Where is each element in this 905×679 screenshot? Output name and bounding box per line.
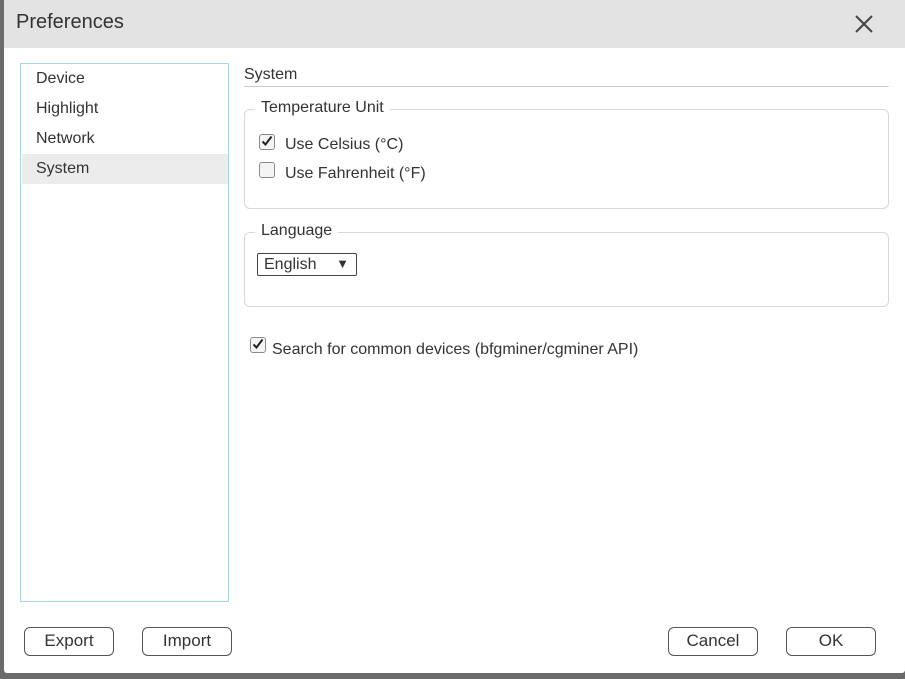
temperature-unit-legend: Temperature Unit [255, 97, 390, 119]
fahrenheit-checkbox[interactable] [259, 162, 275, 178]
language-selected-value: English [264, 256, 317, 273]
search-devices-label: Search for common devices (bfgminer/cgmi… [272, 341, 639, 358]
sidebar-item-label: Network [36, 130, 95, 147]
dialog-title: Preferences [16, 11, 124, 33]
search-devices-option[interactable]: Search for common devices (bfgminer/cgmi… [250, 337, 670, 358]
import-button[interactable]: Import [142, 627, 232, 656]
language-select[interactable]: English ▼ [257, 253, 357, 276]
checkmark-icon [252, 338, 264, 350]
section-divider [244, 86, 889, 87]
sidebar-item-network[interactable]: Network [22, 124, 228, 154]
sidebar-item-label: Highlight [36, 100, 99, 117]
search-devices-checkbox[interactable] [250, 337, 266, 353]
language-legend: Language [255, 220, 339, 242]
cancel-button[interactable]: Cancel [668, 627, 758, 656]
fahrenheit-label: Use Fahrenheit (°F) [285, 165, 426, 182]
sidebar-item-label: System [36, 160, 90, 177]
checkmark-icon [261, 135, 273, 147]
close-button[interactable] [850, 10, 878, 38]
sidebar-item-device[interactable]: Device [22, 64, 228, 94]
sidebar-item-highlight[interactable]: Highlight [22, 94, 228, 124]
preferences-sidebar: Device Highlight Network System [20, 63, 229, 602]
sidebar-item-system[interactable]: System [22, 154, 228, 184]
temperature-unit-group: Temperature Unit Use Celsius (°C) Use Fa… [244, 97, 889, 209]
close-icon [855, 15, 873, 33]
sidebar-item-label: Device [36, 70, 85, 87]
celsius-label: Use Celsius (°C) [285, 136, 404, 153]
celsius-option[interactable]: Use Celsius (°C) [259, 134, 559, 154]
export-button[interactable]: Export [24, 627, 114, 656]
language-group: Language English ▼ [244, 220, 889, 307]
section-title: System [244, 66, 298, 83]
title-bar: Preferences [4, 0, 905, 48]
preferences-dialog: Preferences Device Highlight Network Sys… [4, 0, 905, 673]
fahrenheit-option[interactable]: Use Fahrenheit (°F) [259, 162, 559, 182]
celsius-checkbox[interactable] [259, 134, 275, 150]
ok-button[interactable]: OK [786, 627, 876, 656]
dropdown-arrow-icon: ▼ [336, 256, 349, 271]
